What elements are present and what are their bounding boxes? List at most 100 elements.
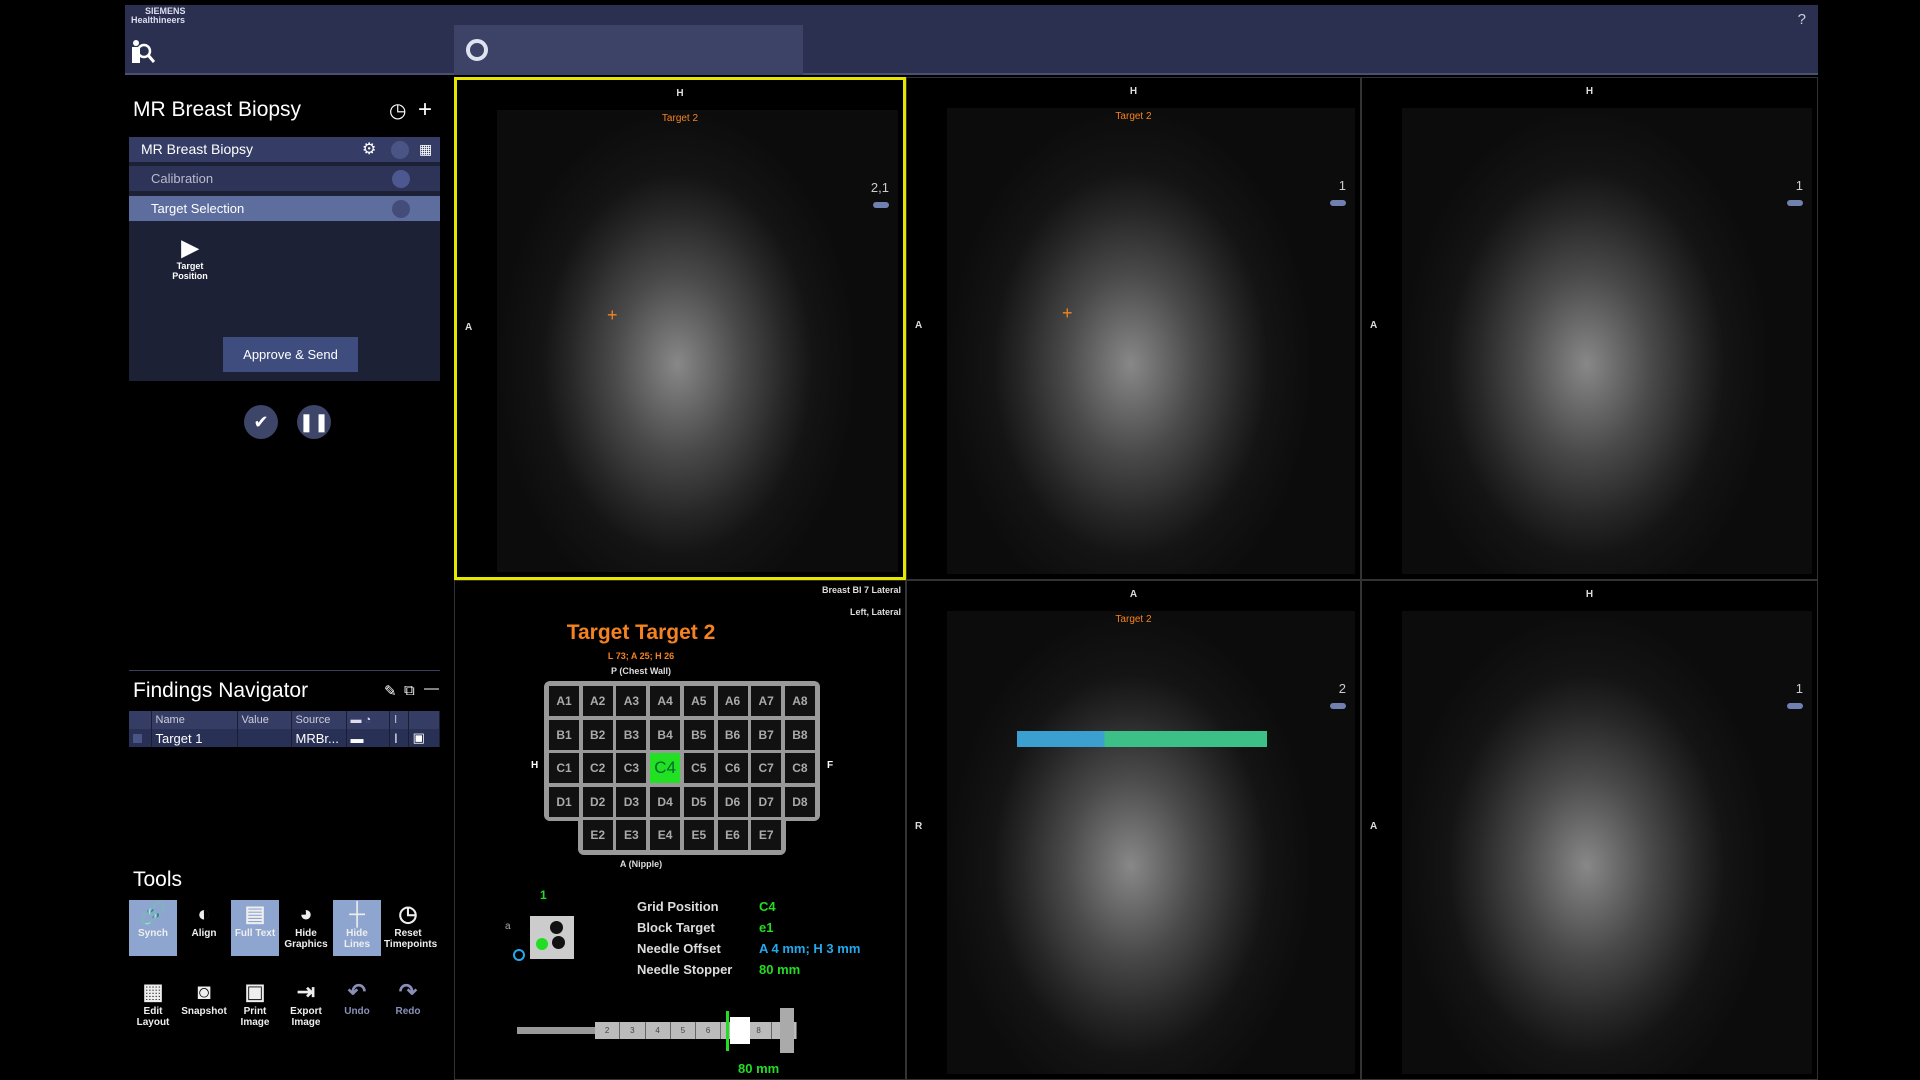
- link-icon[interactable]: [873, 202, 889, 208]
- tool-align[interactable]: ◐Align: [180, 900, 228, 956]
- gear-icon[interactable]: ⚙: [362, 137, 376, 162]
- row-value: [237, 729, 291, 747]
- needle-ruler: 23456789: [595, 1022, 797, 1039]
- search-tab[interactable]: [454, 25, 803, 75]
- grid-cell-d4[interactable]: D4: [650, 787, 680, 817]
- grid-cell-c2[interactable]: C2: [583, 753, 613, 783]
- tool-undo[interactable]: ↶Undo: [333, 978, 381, 1034]
- grid-cell-e3[interactable]: E3: [616, 820, 646, 850]
- grid-cell-d3[interactable]: D3: [616, 787, 646, 817]
- grid-cell-c4[interactable]: C4: [650, 753, 680, 783]
- grid-cell-e7[interactable]: E7: [751, 820, 781, 850]
- status-icon: [391, 141, 409, 159]
- step-calibration[interactable]: Calibration: [129, 166, 440, 191]
- grid-cell-b6[interactable]: B6: [718, 720, 748, 750]
- add-icon[interactable]: +: [418, 96, 432, 124]
- grid-cell-c1[interactable]: C1: [549, 753, 579, 783]
- grid-cell-d7[interactable]: D7: [751, 787, 781, 817]
- tool-full-text[interactable]: ▤Full Text: [231, 900, 279, 956]
- col-person-icon[interactable]: ǀ: [390, 711, 408, 729]
- grid-cell-b8[interactable]: B8: [785, 720, 815, 750]
- viewport[interactable]: HATarget 22,1+: [454, 77, 906, 580]
- grid-cell-b5[interactable]: B5: [684, 720, 714, 750]
- grid-cell-c6[interactable]: C6: [718, 753, 748, 783]
- grid-cell-d8[interactable]: D8: [785, 787, 815, 817]
- orientation-left: A: [915, 320, 922, 331]
- target-coords: L 73; A 25; H 26: [455, 651, 827, 661]
- grid-cell-a4[interactable]: A4: [650, 686, 680, 716]
- tool-hide-graphics[interactable]: ◕Hide Graphics: [282, 900, 330, 956]
- confirm-check-button[interactable]: ✔: [244, 405, 278, 439]
- grid-cell-a2[interactable]: A2: [583, 686, 613, 716]
- help-button[interactable]: ?: [1798, 11, 1806, 28]
- grid-cell-d5[interactable]: D5: [684, 787, 714, 817]
- tool-snapshot[interactable]: ◙Snapshot: [180, 978, 228, 1034]
- col-series-icon[interactable]: ▬ ◔: [346, 711, 390, 729]
- grid-cell-a3[interactable]: A3: [616, 686, 646, 716]
- grid-cell-a7[interactable]: A7: [751, 686, 781, 716]
- viewport[interactable]: HA1: [1361, 580, 1818, 1080]
- grid-cell-b3[interactable]: B3: [616, 720, 646, 750]
- tool-export-image[interactable]: ⇥Export Image: [282, 978, 330, 1034]
- row-checkbox[interactable]: [133, 734, 142, 743]
- step-status-icon: [392, 200, 410, 218]
- grid-cell-e5[interactable]: E5: [684, 820, 714, 850]
- col-source[interactable]: Source: [291, 711, 346, 729]
- stopper-value: 80 mm: [738, 1061, 779, 1076]
- link-icon[interactable]: [1787, 703, 1803, 709]
- link-icon[interactable]: [1330, 200, 1346, 206]
- tool-print-image[interactable]: ▣Print Image: [231, 978, 279, 1034]
- findings-popout-icon[interactable]: ⧉: [404, 682, 415, 699]
- image-icon[interactable]: ▣: [408, 729, 439, 747]
- block-number: 1: [540, 888, 547, 902]
- findings-minimize-icon[interactable]: —: [424, 680, 439, 697]
- needle-tick: 8: [747, 1022, 772, 1039]
- grid-cell-c5[interactable]: C5: [684, 753, 714, 783]
- tool-label: Redo: [384, 1006, 432, 1017]
- grid-cell-b7[interactable]: B7: [751, 720, 781, 750]
- grid-icon[interactable]: ▦: [419, 137, 432, 162]
- pause-button[interactable]: ❚❚: [297, 405, 331, 439]
- tool-edit-layout[interactable]: ▦Edit Layout: [129, 978, 177, 1034]
- grid-cell-c8[interactable]: C8: [785, 753, 815, 783]
- workflow-play-icon[interactable]: ◷: [389, 98, 406, 123]
- grid-cell-b4[interactable]: B4: [650, 720, 680, 750]
- workflow-group[interactable]: MR Breast Biopsy ⚙ ▦: [129, 137, 440, 162]
- needle-stopper[interactable]: [730, 1017, 750, 1044]
- target-position-tool[interactable]: ▶ TargetPosition: [165, 235, 215, 281]
- link-icon[interactable]: [1330, 703, 1346, 709]
- viewport[interactable]: HATarget 21+: [906, 77, 1361, 580]
- grid-cell-d6[interactable]: D6: [718, 787, 748, 817]
- table-row[interactable]: Target 1MRBr...▬ǀ▣: [129, 729, 440, 747]
- tool-reset-timepoints[interactable]: ◷Reset Timepoints: [384, 900, 432, 956]
- grid-left-label: H: [531, 760, 538, 771]
- viewport[interactable]: ARTarget 22: [906, 580, 1361, 1080]
- grid-cell-a5[interactable]: A5: [684, 686, 714, 716]
- tool-hide-lines[interactable]: ┼Hide Lines: [333, 900, 381, 956]
- target-marker: +: [607, 305, 618, 326]
- findings-edit-icon[interactable]: ✎: [384, 682, 397, 700]
- grid-cell-a8[interactable]: A8: [785, 686, 815, 716]
- tool-redo[interactable]: ↷Redo: [384, 978, 432, 1034]
- col-value[interactable]: Value: [237, 711, 291, 729]
- step-target-selection[interactable]: Target Selection: [129, 196, 440, 221]
- col-name[interactable]: Name: [151, 711, 237, 729]
- tool-synch[interactable]: 🔗Synch: [129, 900, 177, 956]
- grid-cell-e6[interactable]: E6: [718, 820, 748, 850]
- link-icon[interactable]: [1787, 200, 1803, 206]
- approve-send-button[interactable]: Approve & Send: [223, 337, 358, 372]
- viewport[interactable]: HA1: [1361, 77, 1818, 580]
- grid-cell-a6[interactable]: A6: [718, 686, 748, 716]
- grid-cell-d2[interactable]: D2: [583, 787, 613, 817]
- tool-label: Position: [165, 271, 215, 281]
- grid-cell-d1[interactable]: D1: [549, 787, 579, 817]
- grid-cell-e4[interactable]: E4: [650, 820, 680, 850]
- grid-cell-e2[interactable]: E2: [583, 820, 613, 850]
- patient-browser-icon[interactable]: [129, 39, 155, 65]
- grid-cell-c3[interactable]: C3: [616, 753, 646, 783]
- grid-cell-b2[interactable]: B2: [583, 720, 613, 750]
- grid-cell-a1[interactable]: A1: [549, 686, 579, 716]
- target-label: Target 2: [457, 113, 903, 124]
- grid-cell-c7[interactable]: C7: [751, 753, 781, 783]
- grid-cell-b1[interactable]: B1: [549, 720, 579, 750]
